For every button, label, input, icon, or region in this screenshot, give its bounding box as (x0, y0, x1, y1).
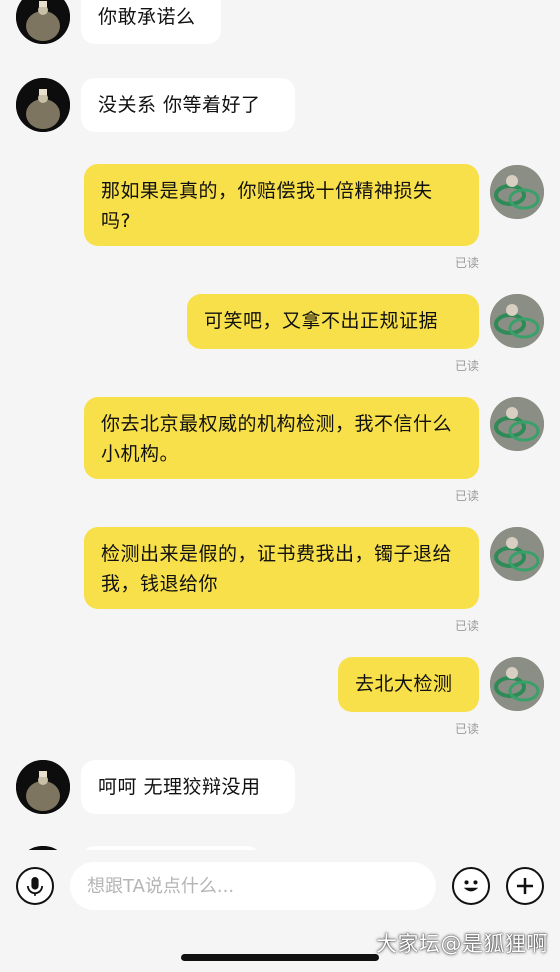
microphone-icon[interactable] (16, 867, 54, 905)
home-indicator (181, 954, 379, 961)
message-input[interactable] (70, 862, 436, 910)
user-avatar[interactable] (490, 527, 544, 581)
emoji-icon[interactable] (452, 867, 490, 905)
message-bubble[interactable]: 你去北京最权威的机构检测，我不信什么小机构。 (84, 397, 479, 479)
user-avatar[interactable] (490, 657, 544, 711)
message-bubble[interactable]: 你敢承诺么 (81, 0, 221, 44)
plus-icon[interactable] (506, 867, 544, 905)
message-bubble[interactable]: 检测出来是假的，证书费我出，镯子退给我，钱退给你 (84, 527, 479, 609)
message-bubble[interactable]: 那如果是真的，你赔偿我十倍精神损失吗? (84, 164, 479, 246)
contact-avatar[interactable] (16, 0, 70, 44)
message-bubble[interactable]: 呵呵 无理狡辩没用 (81, 760, 295, 814)
message-bubble[interactable]: 没关系 你等着好了 (81, 78, 295, 132)
message-input-bar: 大家坛@是狐狸啊 (0, 850, 560, 972)
user-avatar[interactable] (490, 397, 544, 451)
watermark: 大家坛@是狐狸啊 (376, 932, 548, 956)
read-receipt: 已读 (454, 359, 479, 373)
message-bubble[interactable]: 去北大检测 (338, 657, 479, 712)
read-receipt: 已读 (454, 489, 479, 503)
read-receipt: 已读 (454, 722, 479, 736)
read-receipt: 已读 (454, 619, 479, 633)
user-avatar[interactable] (490, 165, 544, 219)
message-bubble[interactable]: 可笑吧，又拿不出正规证据 (187, 294, 479, 349)
contact-avatar[interactable] (16, 78, 70, 132)
user-avatar[interactable] (490, 294, 544, 348)
contact-avatar[interactable] (16, 760, 70, 814)
read-receipt: 已读 (454, 256, 479, 270)
